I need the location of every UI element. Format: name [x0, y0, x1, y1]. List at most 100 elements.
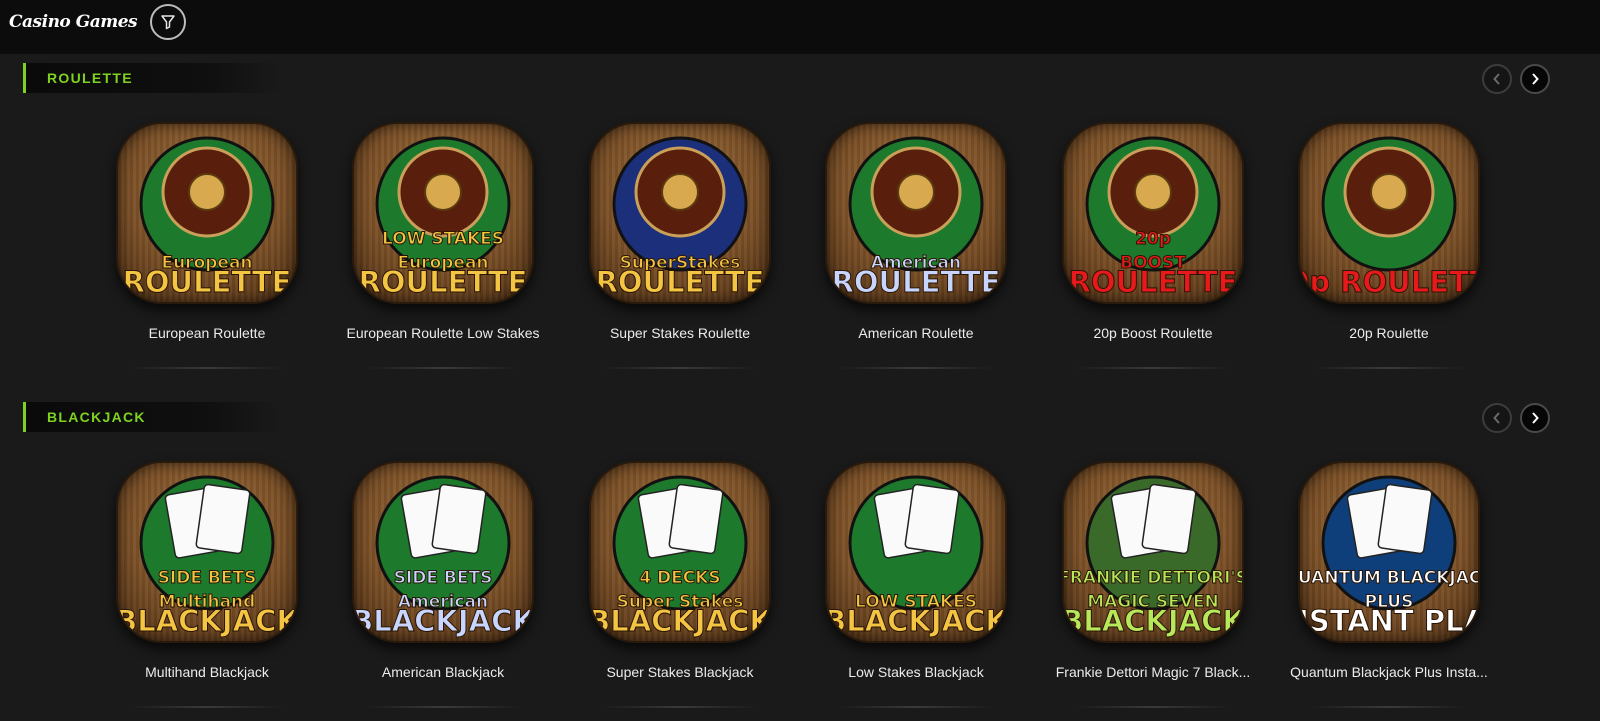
logo-text: ROULETTE	[359, 265, 528, 299]
wheel-hub	[424, 173, 462, 211]
playing-card	[1377, 483, 1433, 555]
logo-text: BLACKJACK	[354, 604, 532, 638]
game-thumbnail-art: 20pBOOSTROULETTE	[1068, 136, 1238, 300]
game-tile[interactable]: 20p BOOST ROULETTE 20p Boost Roulette	[1035, 120, 1271, 382]
playing-card	[1141, 483, 1197, 555]
wheel-hub	[897, 173, 935, 211]
game-title[interactable]: Low Stakes Blackjack	[804, 664, 1028, 680]
game-thumbnail-art: AmericanROULETTE	[831, 136, 1001, 300]
game-tile[interactable]: SIDE BETS Multihand BLACKJACK Multihand Bla…	[89, 459, 325, 721]
game-title[interactable]: European Roulette Low Stakes	[331, 325, 555, 341]
game-thumbnail[interactable]: QUANTUM BLACKJACKPLUSINSTANT PLAY	[1298, 461, 1480, 643]
game-tile[interactable]: QUANTUM BLACKJACKPLUSINSTANT PLAY Quantum…	[1271, 459, 1507, 721]
tile-reflection	[1075, 367, 1231, 369]
game-tile[interactable]: LOW STAKES European ROULETTE European Roule…	[325, 120, 561, 382]
blackjack-next-button[interactable]	[1520, 403, 1550, 433]
game-tile[interactable]: American ROULETTE American Roulette	[798, 120, 1034, 382]
logo-text: INSTANT PLAY	[1300, 604, 1478, 638]
game-thumbnail[interactable]: European ROULETTE	[116, 122, 298, 304]
tile-reflection	[129, 367, 285, 369]
section-title: BLACKJACK	[47, 409, 146, 425]
tile-reflection	[129, 706, 285, 708]
section-title: ROULETTE	[47, 70, 133, 86]
wheel-hub	[188, 173, 226, 211]
tile-reflection	[1311, 367, 1467, 369]
game-thumbnail-art: SIDE BETSAmericanBLACKJACK	[354, 475, 532, 639]
game-title[interactable]: American Roulette	[804, 325, 1028, 341]
playing-card	[431, 483, 487, 555]
game-thumbnail-art: QUANTUM BLACKJACKPLUSINSTANT PLAY	[1300, 475, 1478, 639]
logo-text: 4 DECKS	[639, 568, 720, 588]
game-thumbnail[interactable]: LOW STAKES European ROULETTE	[352, 122, 534, 304]
game-thumbnail-art: LOW STAKESBLACKJACK	[827, 475, 1005, 639]
roulette-next-button[interactable]	[1520, 64, 1550, 94]
game-title[interactable]: Quantum Blackjack Plus Insta...	[1277, 664, 1501, 680]
logo-text: SIDE BETS	[158, 568, 257, 588]
logo-text: BLACKJACK	[1064, 604, 1242, 638]
game-thumbnail-art: LOW STAKESEuropeanROULETTE	[358, 136, 528, 300]
game-title[interactable]: Super Stakes Roulette	[568, 325, 792, 341]
logo-text: FRANKIE DETTORI'S	[1064, 568, 1242, 588]
tile-reflection	[838, 367, 994, 369]
chevron-left-icon	[1493, 412, 1500, 424]
wheel-hub	[661, 173, 699, 211]
game-tile[interactable]: 4 DECKS Super Stakes BLACKJACK Super Stakes…	[562, 459, 798, 721]
game-thumbnail-art: EuropeanROULETTE	[122, 136, 292, 300]
top-bar: Casino Games	[0, 0, 1600, 54]
tile-reflection	[365, 367, 521, 369]
logo-text: ROULETTE	[123, 265, 292, 299]
game-thumbnail[interactable]: FRANKIE DETTORI'S MAGIC SEVEN BLACKJACK	[1062, 461, 1244, 643]
game-thumbnail-art: 20p ROULETTE	[1300, 136, 1478, 300]
logo-text: ROULETTE	[596, 265, 765, 299]
logo-text: ROULETTE	[832, 265, 1001, 299]
game-thumbnail[interactable]: SuperStakes ROULETTE	[589, 122, 771, 304]
game-thumbnail[interactable]: SIDE BETS Multihand BLACKJACK	[116, 461, 298, 643]
game-thumbnail[interactable]: LOW STAKES BLACKJACK	[825, 461, 1007, 643]
game-thumbnail[interactable]: American ROULETTE	[825, 122, 1007, 304]
game-thumbnail[interactable]: 20p BOOST ROULETTE	[1062, 122, 1244, 304]
logo-text: 20p	[1135, 229, 1171, 249]
game-thumbnail-art: 4 DECKSSuper StakesBLACKJACK	[591, 475, 769, 639]
filter-button[interactable]	[150, 4, 186, 40]
game-tile[interactable]: LOW STAKES BLACKJACK Low Stakes Blackjack	[798, 459, 1034, 721]
game-thumbnail-art: FRANKIE DETTORI'SMAGIC SEVENBLACKJACK	[1064, 475, 1242, 639]
logo-text: BLACKJACK	[827, 604, 1005, 638]
game-title[interactable]: American Blackjack	[331, 664, 555, 680]
logo-text: BLACKJACK	[591, 604, 769, 638]
section-header-blackjack: BLACKJACK	[23, 402, 283, 432]
game-thumbnail-art: SuperStakesROULETTE	[595, 136, 765, 300]
tile-reflection	[602, 706, 758, 708]
game-tile[interactable]: 20p ROULETTE 20p Roulette	[1271, 120, 1507, 382]
tile-reflection	[365, 706, 521, 708]
playing-card	[195, 483, 251, 555]
game-tile[interactable]: FRANKIE DETTORI'S MAGIC SEVEN BLACKJACK Fra…	[1035, 459, 1271, 721]
brand-logo[interactable]: Casino Games	[9, 12, 138, 32]
game-thumbnail[interactable]: 20p ROULETTE	[1298, 122, 1480, 304]
game-title[interactable]: Frankie Dettori Magic 7 Black...	[1041, 664, 1265, 680]
tile-reflection	[838, 706, 994, 708]
game-title[interactable]: 20p Boost Roulette	[1041, 325, 1265, 341]
tile-reflection	[1075, 706, 1231, 708]
game-thumbnail[interactable]: SIDE BETS American BLACKJACK	[352, 461, 534, 643]
wheel-hub	[1370, 173, 1408, 211]
logo-text: ROULETTE	[1069, 265, 1238, 299]
game-thumbnail-art: SIDE BETSMultihandBLACKJACK	[118, 475, 296, 639]
chevron-left-icon	[1493, 73, 1500, 85]
logo-text: BLACKJACK	[118, 604, 296, 638]
game-title[interactable]: Super Stakes Blackjack	[568, 664, 792, 680]
game-title[interactable]: Multihand Blackjack	[95, 664, 319, 680]
game-title[interactable]: 20p Roulette	[1277, 325, 1501, 341]
game-tile[interactable]: European ROULETTE European Roulette	[89, 120, 325, 382]
tile-reflection	[602, 367, 758, 369]
roulette-prev-button[interactable]	[1482, 64, 1512, 94]
playing-card	[668, 483, 724, 555]
game-tile[interactable]: SuperStakes ROULETTE Super Stakes Roulette	[562, 120, 798, 382]
game-thumbnail[interactable]: 4 DECKS Super Stakes BLACKJACK	[589, 461, 771, 643]
game-title[interactable]: European Roulette	[95, 325, 319, 341]
wheel-hub	[1134, 173, 1172, 211]
game-tile[interactable]: SIDE BETS American BLACKJACK American Black…	[325, 459, 561, 721]
chevron-right-icon	[1532, 73, 1539, 85]
blackjack-prev-button[interactable]	[1482, 403, 1512, 433]
chevron-right-icon	[1532, 412, 1539, 424]
section-header-roulette: ROULETTE	[23, 63, 283, 93]
